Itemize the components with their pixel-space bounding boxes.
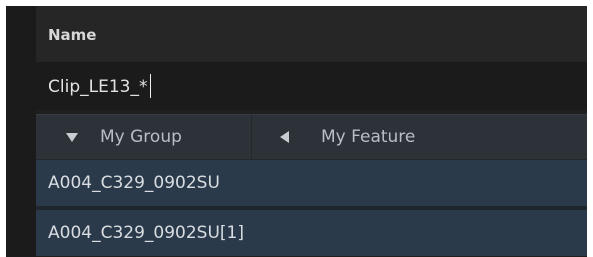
feature-label: My Feature xyxy=(321,127,416,147)
name-input[interactable]: Clip_LE13_* xyxy=(36,62,587,110)
group-bar: My Group My Feature xyxy=(36,114,587,160)
text-caret xyxy=(150,74,152,98)
list-item[interactable]: A004_C329_0902SU[1] xyxy=(36,210,587,256)
feature-toggle-my-feature[interactable]: My Feature xyxy=(252,115,587,159)
list-item-label: A004_C329_0902SU[1] xyxy=(48,223,244,243)
left-gutter xyxy=(6,6,36,257)
name-header: Name xyxy=(36,6,587,62)
group-label: My Group xyxy=(100,127,182,147)
name-input-value: Clip_LE13_* xyxy=(48,74,152,98)
group-toggle-my-group[interactable]: My Group xyxy=(36,115,251,159)
triangle-left-icon xyxy=(280,131,289,143)
name-input-text: Clip_LE13_* xyxy=(48,77,148,97)
clip-panel: Name Clip_LE13_* My Group My Feature A00… xyxy=(36,6,587,257)
name-header-label: Name xyxy=(48,26,97,44)
list-item[interactable]: A004_C329_0902SU xyxy=(36,160,587,206)
list-item-label: A004_C329_0902SU xyxy=(48,173,220,193)
triangle-down-icon xyxy=(66,132,78,142)
window-frame: Name Clip_LE13_* My Group My Feature A00… xyxy=(6,6,587,257)
